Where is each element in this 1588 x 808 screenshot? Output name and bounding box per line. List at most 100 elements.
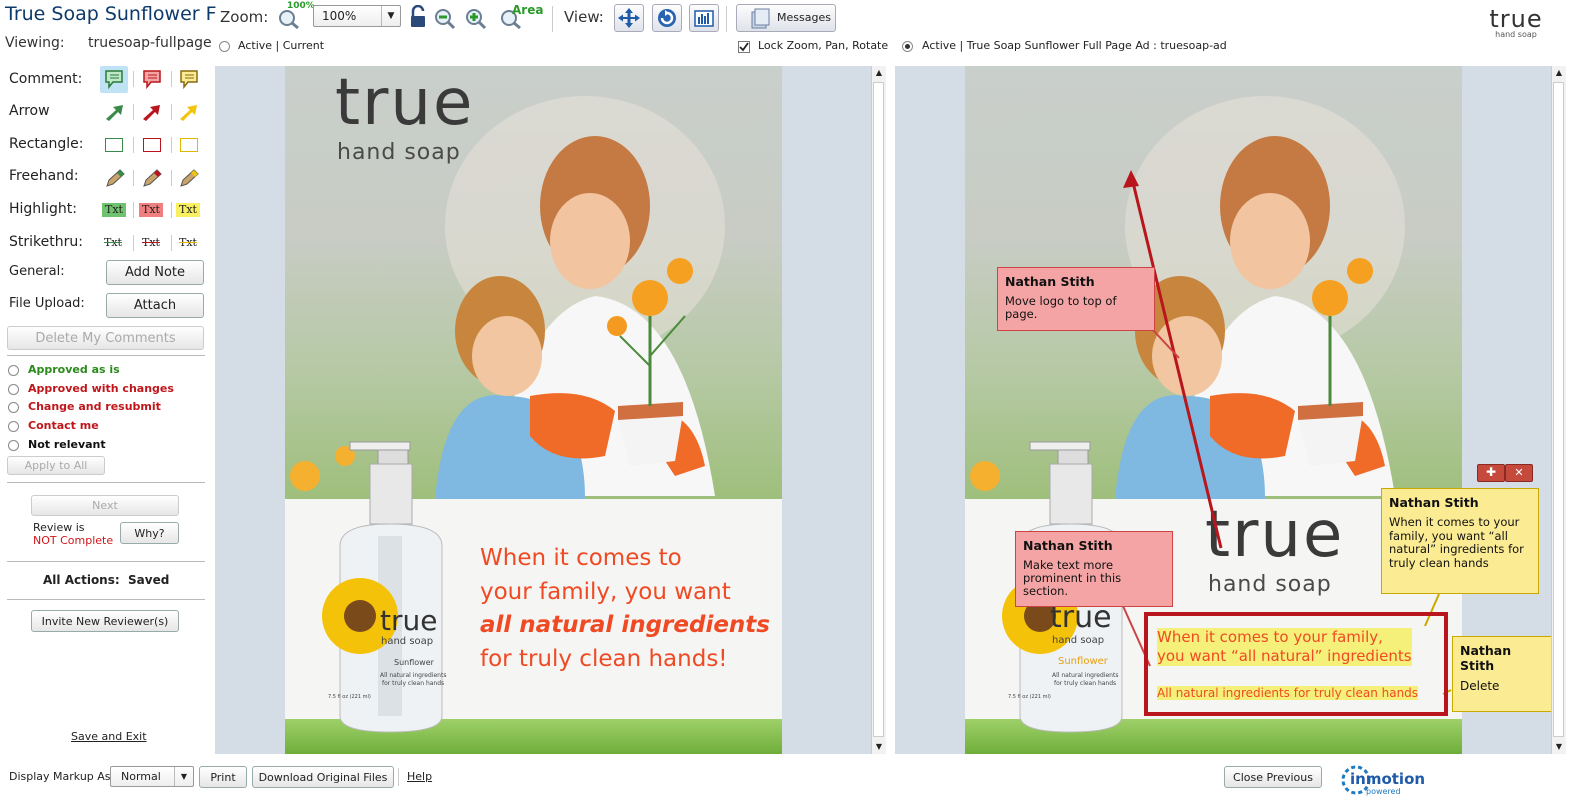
save-and-exit-link[interactable]: Save and Exit <box>71 730 147 743</box>
zoom-out-button[interactable] <box>432 4 458 30</box>
zoom-in-icon <box>466 9 487 30</box>
comment-red-button[interactable] <box>138 66 166 93</box>
arrow-green-button[interactable] <box>104 102 126 122</box>
previous-pane-scrollbar[interactable]: ▲ ▼ <box>1551 66 1566 754</box>
current-version-pane[interactable]: true hand soap true hand soap Sunflower … <box>215 66 886 754</box>
general-label: General: <box>9 264 65 279</box>
ad-headline-line-1: When it comes to <box>480 545 682 571</box>
bottle-logo-tagline: hand soap <box>381 636 434 647</box>
zoom-lock-button[interactable] <box>405 4 431 30</box>
why-button[interactable]: Why? <box>120 522 179 544</box>
delete-my-comments-button[interactable]: Delete My Comments <box>7 326 204 350</box>
approval-label-4: Not relevant <box>28 438 106 451</box>
rotate-button[interactable] <box>652 4 682 32</box>
scroll-thumb[interactable] <box>873 82 884 737</box>
chevron-down-icon: ▼ <box>381 6 400 26</box>
invite-reviewers-button[interactable]: Invite New Reviewer(s) <box>31 610 179 632</box>
speech-bubble-yellow-icon <box>180 70 198 90</box>
zoom-100-button[interactable]: 100% <box>276 1 315 30</box>
print-button[interactable]: Print <box>199 766 247 788</box>
arrow-red-icon <box>143 105 160 121</box>
view-label: View: <box>564 8 604 26</box>
comment-yellow-button[interactable] <box>175 66 203 93</box>
messages-button[interactable]: Messages <box>736 4 836 32</box>
arrow-red-button[interactable] <box>141 102 163 122</box>
annotation-note-3[interactable]: Nathan Stith Delete <box>1452 636 1556 712</box>
highlight-green-button[interactable]: Txt <box>102 203 126 217</box>
approval-radio-0[interactable] <box>8 365 19 376</box>
display-markup-label: Display Markup As: <box>9 770 115 783</box>
lock-zoom-checkbox[interactable] <box>738 41 750 53</box>
annotation-note-0[interactable]: Nathan Stith Move logo to top of page. <box>997 267 1155 331</box>
left-version-radio[interactable] <box>219 41 230 52</box>
freehand-tool-label: Freehand: <box>9 168 79 184</box>
right-version-radio[interactable] <box>902 41 913 52</box>
review-status-value: NOT Complete <box>33 534 114 547</box>
scroll-down-arrow[interactable]: ▼ <box>1552 740 1566 754</box>
messages-label: Messages <box>777 11 831 24</box>
note-add-button[interactable]: ✚ <box>1477 464 1505 482</box>
comment-tool-label: Comment: <box>9 71 83 87</box>
bottle-volume: 7.5 fl oz (221 ml) <box>328 694 371 700</box>
all-actions-label: All Actions: <box>43 573 120 587</box>
help-link[interactable]: Help <box>407 770 432 783</box>
rectangle-green-button[interactable] <box>105 138 123 152</box>
freehand-yellow-button[interactable] <box>178 168 200 188</box>
scroll-down-arrow[interactable]: ▼ <box>872 740 886 754</box>
close-previous-button[interactable]: Close Previous <box>1224 766 1322 788</box>
brand-logo: true hand soap <box>1486 7 1546 39</box>
approval-radio-2[interactable] <box>8 402 19 413</box>
highlight-tool-label: Highlight: <box>9 201 77 217</box>
comment-green-button[interactable] <box>100 66 128 93</box>
annotation-author: Nathan Stith <box>1389 495 1479 510</box>
freehand-red-button[interactable] <box>141 168 163 188</box>
document-title: True Soap Sunflower F <box>5 3 217 25</box>
annotation-note-1[interactable]: Nathan Stith Make text more prominent in… <box>1015 531 1173 607</box>
zoom-select[interactable]: 100% ▼ <box>313 5 401 27</box>
scroll-thumb[interactable] <box>1553 82 1564 737</box>
compare-button[interactable] <box>689 4 719 32</box>
download-original-files-button[interactable]: Download Original Files <box>252 766 394 788</box>
attach-button[interactable]: Attach <box>106 293 204 318</box>
strikethru-yellow-button[interactable]: Txt <box>179 236 197 249</box>
annotation-text: Make text more prominent in this section… <box>1023 558 1122 598</box>
approval-radio-1[interactable] <box>8 384 19 395</box>
ad-headline-line-2: your family, you want <box>480 578 731 605</box>
arrow-yellow-icon <box>180 105 197 121</box>
strikethru-red-button[interactable]: Txt <box>142 236 160 249</box>
rectangle-red-button[interactable] <box>143 138 161 152</box>
approval-radio-4[interactable] <box>8 440 19 451</box>
ad-logo-word: true <box>335 66 475 140</box>
scroll-up-arrow[interactable]: ▲ <box>872 66 886 80</box>
rectangle-yellow-button[interactable] <box>180 138 198 152</box>
add-note-button[interactable]: Add Note <box>106 260 204 285</box>
freehand-green-button[interactable] <box>104 168 126 188</box>
zoom-in-button[interactable] <box>463 4 489 30</box>
strikethru-green-button[interactable]: Txt <box>104 236 122 249</box>
current-pane-scrollbar[interactable]: ▲ ▼ <box>871 66 886 754</box>
inmotion-wordmark: inmotion <box>1350 770 1426 788</box>
markup-rectangle[interactable] <box>1144 612 1448 716</box>
soap-bottle: true hand soap Sunflower All natural ing… <box>320 436 460 736</box>
approval-radio-3[interactable] <box>8 421 19 432</box>
bottle-logo-word: true <box>380 604 438 637</box>
annotation-text: When it comes to your family, you want “… <box>1389 515 1524 570</box>
arrow-yellow-button[interactable] <box>178 102 200 122</box>
scroll-up-arrow[interactable]: ▲ <box>1552 66 1566 80</box>
highlight-red-button[interactable]: Txt <box>139 203 163 217</box>
move-icon <box>618 8 640 28</box>
previous-version-pane[interactable]: true hand soap Sunflower All natural ing… <box>895 66 1566 754</box>
strikethru-tool-label: Strikethru: <box>9 234 83 250</box>
messages-icon <box>751 8 770 29</box>
ad-logo-tagline: hand soap <box>337 140 461 165</box>
zoom-area-button[interactable]: Area <box>498 3 543 30</box>
arrow-tool-label: Arrow <box>9 103 50 119</box>
apply-to-all-button[interactable]: Apply to All <box>7 456 105 475</box>
highlight-yellow-button[interactable]: Txt <box>176 203 200 217</box>
pan-button[interactable] <box>614 4 644 32</box>
markup-mode-select[interactable]: Normal ▼ <box>110 766 194 787</box>
annotation-text: Move logo to top of page. <box>1005 294 1117 321</box>
next-button[interactable]: Next <box>31 495 179 516</box>
note-close-button[interactable]: ✕ <box>1505 464 1533 482</box>
annotation-note-2[interactable]: Nathan Stith When it comes to your famil… <box>1381 488 1539 594</box>
